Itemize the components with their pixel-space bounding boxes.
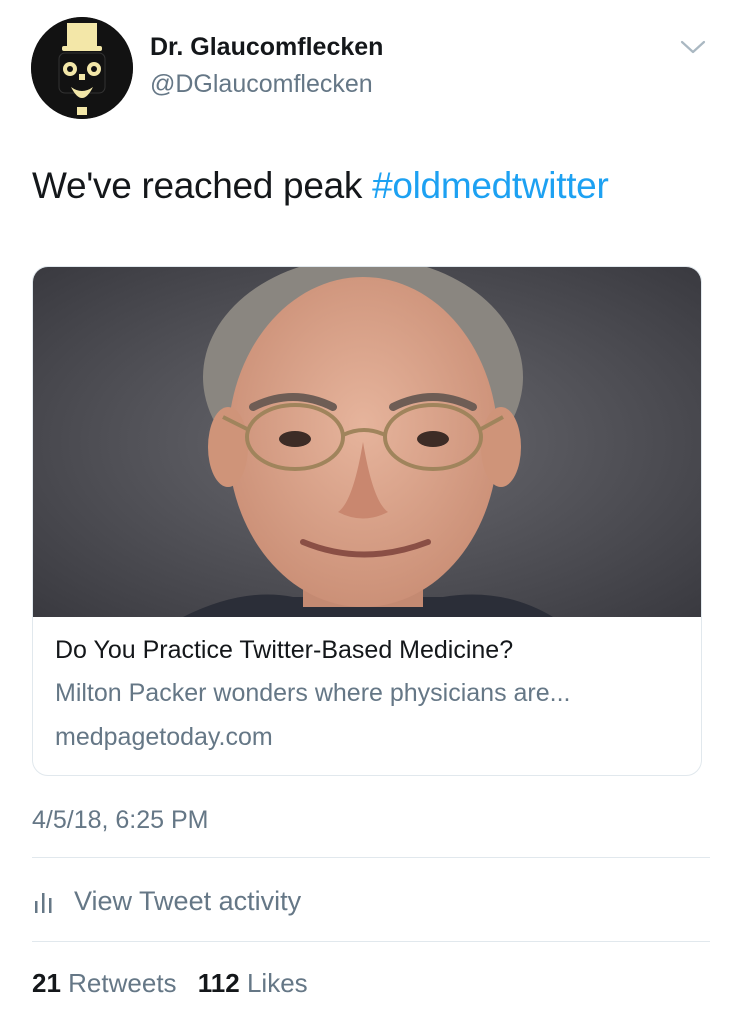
author-avatar[interactable]	[31, 17, 133, 119]
portrait-photo-icon	[33, 267, 701, 617]
divider	[32, 857, 710, 858]
bar-chart-icon	[32, 889, 58, 913]
tweet-stats: 21 Retweets 112 Likes	[32, 968, 322, 999]
view-tweet-activity-link[interactable]: View Tweet activity	[32, 884, 301, 918]
card-domain: medpagetoday.com	[55, 723, 273, 751]
author-name[interactable]: Dr. Glaucomflecken	[150, 33, 383, 62]
retweets-count: 21	[32, 968, 61, 998]
tweet-text: We've reached peak #oldmedtwitter	[32, 165, 712, 207]
author-handle[interactable]: @DGlaucomflecken	[150, 70, 373, 99]
link-preview-card[interactable]: Do You Practice Twitter-Based Medicine? …	[32, 266, 702, 776]
card-title: Do You Practice Twitter-Based Medicine?	[55, 636, 514, 664]
tweet-header: Dr. Glaucomflecken @DGlaucomflecken	[0, 0, 733, 130]
tweet-timestamp[interactable]: 4/5/18, 6:25 PM	[32, 806, 209, 835]
likes-stat[interactable]: 112 Likes	[198, 968, 308, 998]
view-tweet-activity-label: View Tweet activity	[74, 885, 302, 916]
chevron-down-icon[interactable]	[678, 36, 708, 58]
retweets-stat[interactable]: 21 Retweets	[32, 968, 177, 998]
card-description: Milton Packer wonders where physicians a…	[55, 679, 571, 707]
likes-label: Likes	[246, 968, 308, 998]
top-hat-character-icon	[31, 17, 133, 119]
hashtag-link[interactable]: #oldmedtwitter	[372, 165, 609, 206]
card-image	[33, 267, 701, 617]
likes-count: 112	[197, 968, 240, 998]
retweets-label: Retweets	[68, 968, 177, 998]
tweet-text-body: We've reached peak	[32, 165, 373, 206]
divider	[32, 941, 710, 942]
